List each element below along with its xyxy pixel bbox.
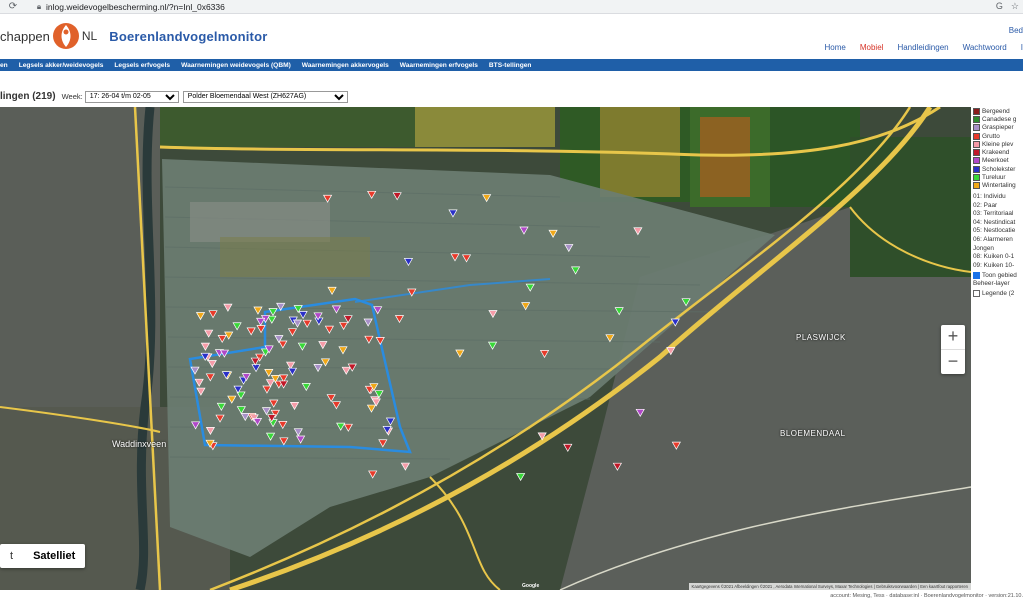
- app-header: chappen NL Boerenlandvogelmonitor Bed Ho…: [0, 15, 1023, 59]
- top-nav: Home Mobiel Handleidingen Wachtwoord I: [825, 43, 1023, 52]
- legend-item: Meerkoet: [973, 157, 1023, 165]
- behaviour-legend: 01: Individu 02: Paar 03: Territoriaal 04: …: [973, 193, 1023, 270]
- legend-label: Tureluur: [982, 174, 1006, 182]
- behaviour-item: 05: Nestlocatie: [973, 227, 1016, 235]
- behaviour-item: 06: Alarmeren: [973, 235, 1013, 243]
- place-label-bloemendaal: BLOEMENDAAL: [780, 429, 846, 438]
- legend-swatch: [973, 132, 980, 140]
- app-title: Boerenlandvogelmonitor: [109, 28, 268, 44]
- legend-label: Meerkoet: [982, 157, 1009, 165]
- menu-item-akkervogels[interactable]: Waarnemingen akkervogels: [302, 62, 389, 69]
- legend-swatch: [973, 140, 980, 148]
- menu-item-qbm[interactable]: Waarnemingen weidevogels (QBM): [181, 62, 291, 69]
- legend-label: Canadese g: [982, 115, 1017, 123]
- legend-label: Grutto: [982, 132, 1000, 140]
- behaviour-item: 08: Kuiken 0-1: [973, 253, 1015, 261]
- nav-home[interactable]: Home: [825, 43, 846, 52]
- menu-item-waarnemingen[interactable]: en: [0, 62, 8, 69]
- legend-swatch: [973, 149, 980, 157]
- satellite-imagery: [0, 107, 971, 590]
- legend-item: Canadese g: [973, 115, 1023, 123]
- nav-wachtwoord[interactable]: Wachtwoord: [963, 43, 1007, 52]
- legend-item: Wintertaling: [973, 182, 1023, 190]
- place-label-waddinxveen: Waddinxveen: [112, 439, 167, 449]
- lock-icon[interactable]: 🔒︎: [32, 2, 46, 12]
- legend-swatch: [973, 174, 980, 182]
- map[interactable]: Waddinxveen PLASWIJCK BLOEMENDAAL + − t …: [0, 107, 971, 590]
- google-logo: Google: [522, 583, 540, 589]
- legend-item: Kleine plev: [973, 140, 1023, 148]
- legend-label: Bergeend: [982, 107, 1010, 115]
- google-icon[interactable]: G: [996, 1, 1003, 12]
- address-bar[interactable]: inlog.weidevogelbescherming.nl/?n=Inl_0x…: [46, 2, 225, 12]
- zoom-control: + −: [941, 325, 965, 374]
- toon-gebied-toggle[interactable]: Toon gebied: [973, 270, 1023, 280]
- legend-swatch: [973, 107, 980, 115]
- map-attribution[interactable]: Kaartgegevens ©2021 Afbeeldingen ©2021 ,…: [688, 583, 971, 590]
- legend-label: Kleine plev: [982, 140, 1014, 148]
- behaviour-item: Jongen: [973, 244, 994, 252]
- legend-item: Grutto: [973, 132, 1023, 140]
- toon-gebied-label: Toon gebied: [982, 271, 1017, 279]
- logo-icon: [52, 23, 79, 49]
- nav-handleidingen[interactable]: Handleidingen: [897, 43, 948, 52]
- legend-label: Graspieper: [982, 124, 1014, 132]
- legend-label: Scholekster: [982, 165, 1016, 173]
- species-legend: Bergeend Canadese g Graspieper Grutto Kleine…: [973, 107, 1023, 190]
- user-link[interactable]: Bed: [1009, 26, 1023, 35]
- toon-gebied-checkbox[interactable]: [973, 271, 980, 279]
- behaviour-item: 03: Territoriaal: [973, 210, 1014, 218]
- behaviour-item: 09: Kuiken 10-: [973, 261, 1015, 269]
- footer-text: account: Mesing, Tess · database:inl · B…: [830, 593, 1023, 599]
- week-select[interactable]: 17: 26-04 t/m 02-05: [84, 90, 179, 103]
- map-type-map-button[interactable]: t: [0, 550, 23, 562]
- menu-item-erfvogels[interactable]: Waarnemingen erfvogels: [400, 62, 478, 69]
- star-icon[interactable]: ☆: [1011, 1, 1019, 12]
- legend-item: Bergeend: [973, 107, 1023, 115]
- map-type-satellite-button[interactable]: Satelliet: [23, 550, 85, 562]
- legend-panel: Bergeend Canadese g Graspieper Grutto Kleine…: [973, 107, 1023, 337]
- legende-checkbox[interactable]: [973, 290, 980, 298]
- main-nav: en Legsels akker/weidevogels Legsels erf…: [0, 59, 1023, 71]
- legend-item: Krakeend: [973, 148, 1023, 157]
- place-label-plaswijck: PLASWIJCK: [796, 333, 846, 342]
- menu-item-legsels-erf[interactable]: Legsels erfvogels: [114, 62, 170, 69]
- brand[interactable]: chappen NL Boerenlandvogelmonitor: [0, 23, 267, 49]
- logo-text-left: chappen: [0, 28, 50, 44]
- zoom-out-button[interactable]: −: [941, 350, 965, 374]
- menu-item-legsels-akker[interactable]: Legsels akker/weidevogels: [19, 62, 104, 69]
- legend-label: Wintertaling: [982, 182, 1016, 190]
- legend-item: Tureluur: [973, 173, 1023, 182]
- footer: account: Mesing, Tess · database:inl · B…: [0, 590, 1023, 603]
- logo-text-right: NL: [81, 29, 98, 43]
- behaviour-item: 02: Paar: [973, 201, 998, 209]
- legend-swatch: [973, 115, 980, 123]
- behaviour-item: 04: Nestindicat: [973, 218, 1016, 226]
- legend-swatch: [973, 124, 980, 132]
- area-select[interactable]: Polder Bloemendaal West (ZH627AG): [182, 90, 348, 103]
- menu-item-bts[interactable]: BTS-tellingen: [489, 62, 532, 69]
- legend-item: Graspieper: [973, 124, 1023, 132]
- week-label: Week:: [61, 92, 83, 101]
- browser-bar: ⟳ 🔒︎ inlog.weidevogelbescherming.nl/?n=I…: [0, 0, 1023, 14]
- legende-label: Legende (2: [982, 290, 1015, 298]
- legend-swatch: [973, 157, 980, 165]
- nav-mobiel[interactable]: Mobiel: [860, 43, 884, 52]
- page-title: lingen (219): [0, 91, 56, 102]
- legende-toggle[interactable]: Legende (2: [973, 289, 1023, 299]
- beheer-layer-label: Beheer-layer: [973, 280, 1010, 288]
- reload-icon[interactable]: ⟳: [6, 1, 20, 12]
- map-type-control: t Satelliet: [0, 544, 86, 568]
- toolbar: lingen (219) Week: 17: 26-04 t/m 02-05 P…: [0, 88, 1023, 105]
- legend-swatch: [973, 165, 980, 173]
- legend-item: Scholekster: [973, 165, 1023, 173]
- behaviour-item: 01: Individu: [973, 192, 1006, 200]
- legend-swatch: [973, 182, 980, 190]
- legend-label: Krakeend: [982, 149, 1010, 157]
- zoom-in-button[interactable]: +: [941, 325, 965, 349]
- browser-extensions: G ☆: [996, 1, 1019, 12]
